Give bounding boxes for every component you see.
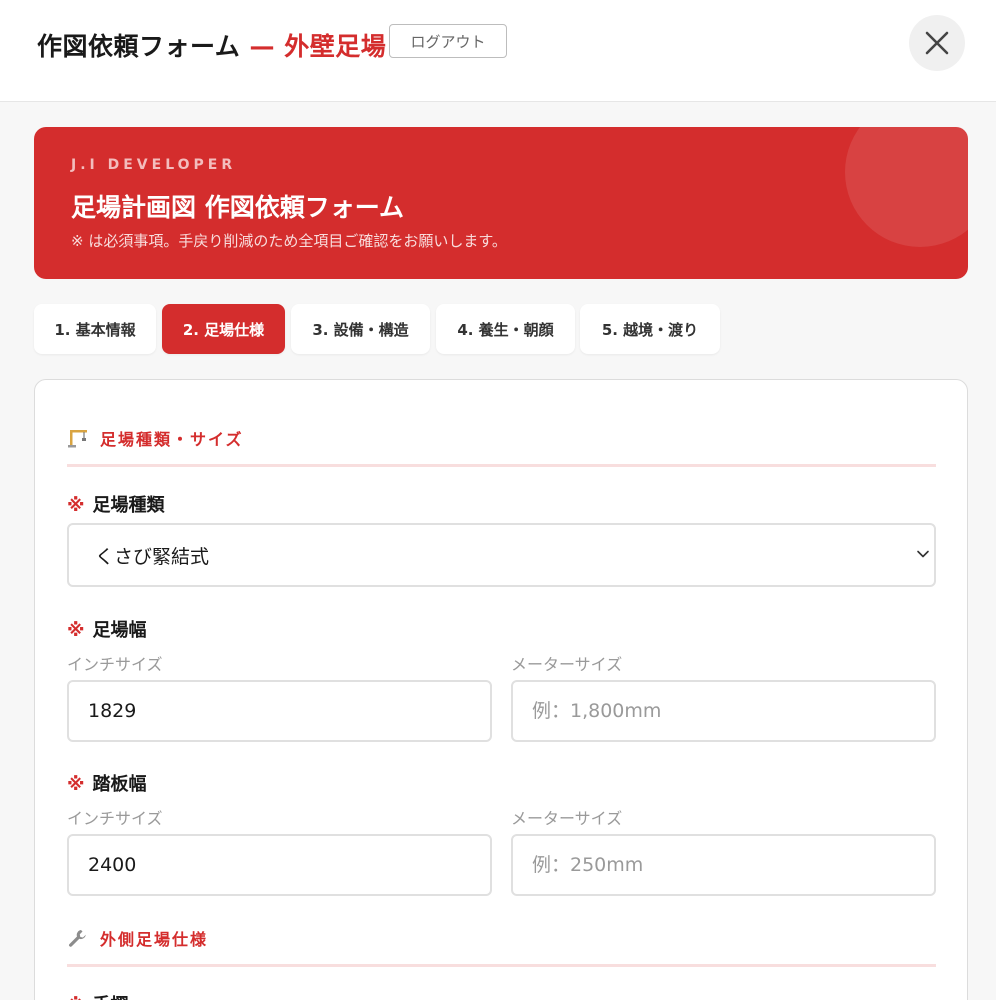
- close-button[interactable]: [909, 15, 965, 71]
- section-divider: [67, 464, 936, 467]
- plank-width-label: ※ 踏板幅: [67, 770, 147, 796]
- page-title-separator: —: [240, 32, 285, 61]
- section-title-size-text: 足場種類・サイズ: [100, 430, 244, 449]
- required-mark: ※: [67, 495, 85, 516]
- section-title-outer-text: 外側足場仕様: [100, 930, 209, 949]
- page-title: 作図依頼フォーム — 外壁足場: [37, 27, 386, 63]
- tab-curing-asagao[interactable]: 4. 養生・朝顔: [436, 304, 575, 354]
- form-card: 足場種類・サイズ ※ 足場種類 くさび緊結式 ※ 足場幅 インチサイズ メーターサイ…: [34, 379, 968, 1000]
- section-title-outer: 外側足場仕様: [67, 927, 208, 949]
- banner-decoration: [845, 127, 968, 247]
- logout-button[interactable]: ログアウト: [389, 24, 507, 58]
- tab-crossing[interactable]: 5. 越境・渡り: [580, 304, 720, 354]
- page-title-accent: 外壁足場: [284, 32, 387, 61]
- plank-width-meter-label: メーターサイズ: [511, 809, 623, 828]
- close-icon: [925, 31, 949, 55]
- plank-width-inch-input[interactable]: [67, 834, 492, 896]
- section-divider: [67, 964, 936, 967]
- company-name: J.I DEVELOPER: [71, 157, 237, 173]
- handrail-label: ※ 手摺: [67, 991, 129, 1000]
- tab-basic-info[interactable]: 1. 基本情報: [34, 304, 156, 354]
- required-mark: ※: [67, 774, 85, 795]
- scaffold-width-meter-label: メーターサイズ: [511, 655, 623, 674]
- scaffold-type-label: ※ 足場種類: [67, 491, 165, 517]
- plank-width-meter-input[interactable]: [511, 834, 936, 896]
- scaffold-width-inch-label: インチサイズ: [67, 655, 163, 674]
- required-mark: ※: [67, 620, 85, 641]
- banner-note: ※ は必須事項。手戻り削減のため全項目ご確認をお願いします。: [71, 232, 507, 250]
- chevron-down-icon: [917, 550, 929, 558]
- scaffold-width-meter-input[interactable]: [511, 680, 936, 742]
- handrail-label-text: 手摺: [93, 995, 129, 1000]
- crane-icon: [68, 430, 87, 448]
- scaffold-type-value: くさび緊結式: [95, 545, 210, 568]
- plank-width-label-text: 踏板幅: [92, 774, 147, 795]
- form-banner: J.I DEVELOPER 足場計画図 作図依頼フォーム ※ は必須事項。手戻り…: [34, 127, 968, 279]
- banner-heading: 足場計画図 作図依頼フォーム: [71, 193, 404, 222]
- required-mark: ※: [67, 995, 85, 1000]
- plank-width-inch-label: インチサイズ: [67, 809, 163, 828]
- scaffold-type-select[interactable]: くさび緊結式: [67, 523, 936, 587]
- scaffold-width-inch-input[interactable]: [67, 680, 492, 742]
- scaffold-width-label: ※ 足場幅: [67, 616, 147, 642]
- page-title-main: 作図依頼フォーム: [37, 32, 241, 61]
- scaffold-type-label-text: 足場種類: [92, 495, 165, 516]
- tab-equipment-structure[interactable]: 3. 設備・構造: [291, 304, 430, 354]
- section-title-size: 足場種類・サイズ: [67, 427, 244, 449]
- wrench-icon: [69, 930, 86, 947]
- tab-scaffold-spec[interactable]: 2. 足場仕様: [162, 304, 285, 354]
- scaffold-width-label-text: 足場幅: [92, 620, 147, 641]
- top-header: 作図依頼フォーム — 外壁足場 ログアウト: [0, 0, 996, 102]
